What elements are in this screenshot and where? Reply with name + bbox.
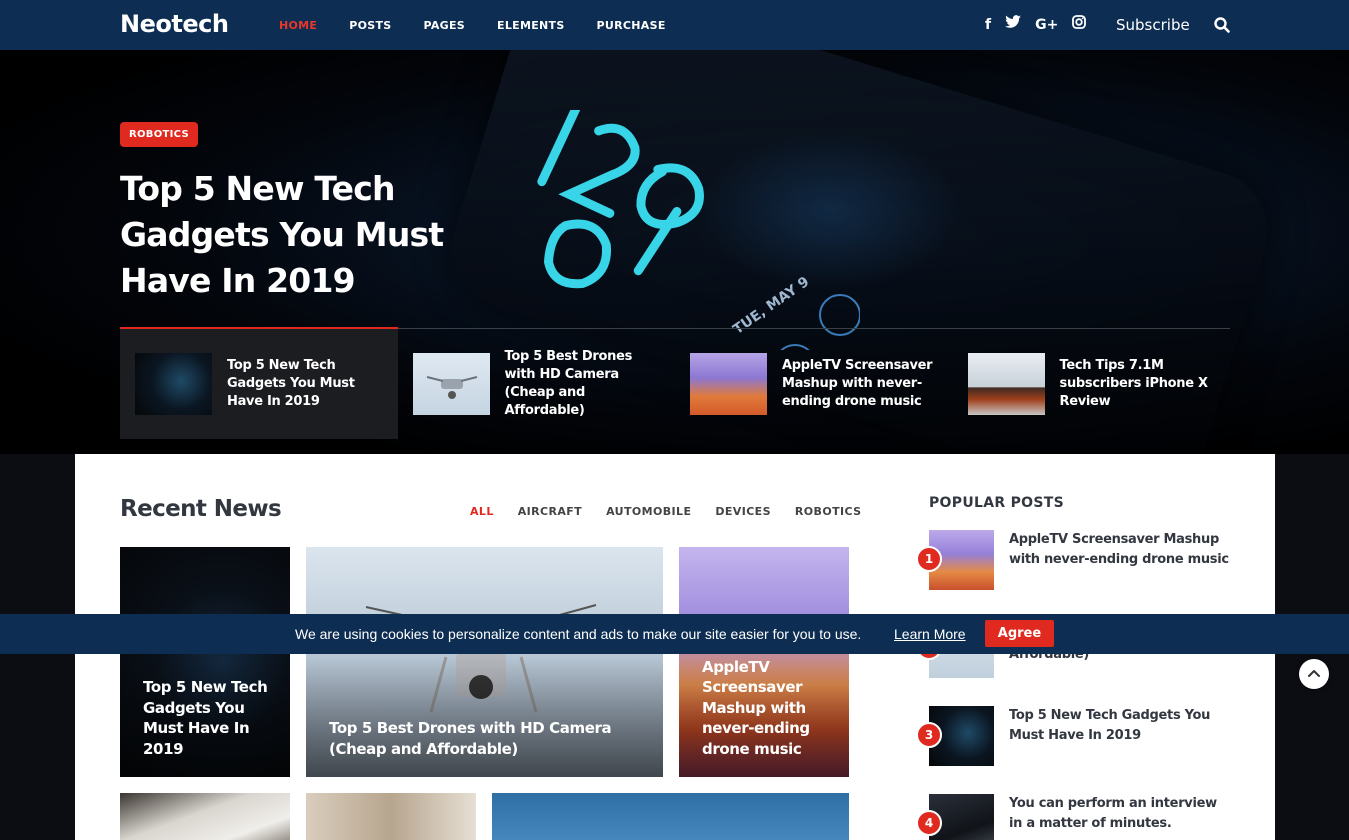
strip-item[interactable]: Top 5 Best Drones with HD Camera (Cheap …: [398, 329, 676, 439]
hero-category-badge[interactable]: ROBOTICS: [120, 122, 198, 147]
strip-item-title: AppleTV Screensaver Mashup with never-en…: [782, 358, 933, 409]
news-card-title: AppleTV Screensaver Mashup with never-en…: [702, 657, 810, 758]
news-card[interactable]: Top 5 New Tech Gadgets You Must Have In …: [120, 547, 290, 777]
popular-post-rank: 4: [916, 810, 942, 836]
filter-all[interactable]: ALL: [470, 505, 494, 518]
menu-home[interactable]: HOME: [279, 19, 317, 32]
news-card[interactable]: [306, 793, 476, 840]
news-card-title: Top 5 New Tech Gadgets You Must Have In …: [143, 678, 268, 758]
news-card[interactable]: Top 5 Best Drones with HD Camera (Cheap …: [306, 547, 663, 777]
popular-post-title: You can perform an interview in a matter…: [1009, 796, 1217, 831]
menu-pages[interactable]: PAGES: [423, 19, 465, 32]
popular-post[interactable]: 4 You can perform an interview in a matt…: [916, 794, 1249, 840]
site-logo[interactable]: Neotech: [120, 10, 229, 38]
hero-post-strip: Top 5 New Tech Gadgets You Must Have In …: [120, 329, 1230, 439]
filter-aircraft[interactable]: AIRCRAFT: [518, 505, 582, 518]
social-links: f G+: [985, 15, 1087, 35]
filter-automobile[interactable]: AUTOMOBILE: [606, 505, 691, 518]
filter-devices[interactable]: DEVICES: [715, 505, 771, 518]
news-card-title: Top 5 Best Drones with HD Camera (Cheap …: [329, 719, 612, 758]
learn-more-link[interactable]: Learn More: [894, 626, 966, 642]
strip-item-title: Top 5 Best Drones with HD Camera (Cheap …: [504, 349, 633, 418]
recent-news-heading: Recent News: [120, 496, 282, 522]
hero-watch-graphic: TUE, MAY 9: [537, 110, 860, 350]
facebook-icon[interactable]: f: [985, 15, 991, 35]
filter-robotics[interactable]: ROBOTICS: [795, 505, 862, 518]
strip-thumbnail: [412, 353, 490, 415]
popular-post-title: AppleTV Screensaver Mashup with never-en…: [1009, 532, 1229, 567]
strip-item-title: Top 5 New Tech Gadgets You Must Have In …: [227, 358, 355, 409]
search-icon[interactable]: [1214, 17, 1230, 33]
strip-item[interactable]: Tech Tips 7.1M subscribers iPhone X Revi…: [953, 329, 1231, 439]
menu-posts[interactable]: POSTS: [349, 19, 391, 32]
scroll-to-top-button[interactable]: [1299, 659, 1329, 689]
popular-post-rank: 1: [916, 546, 942, 572]
instagram-icon[interactable]: [1072, 15, 1087, 35]
agree-button[interactable]: Agree: [985, 620, 1054, 647]
menu-purchase[interactable]: PURCHASE: [597, 19, 666, 32]
twitter-icon[interactable]: [1005, 15, 1022, 35]
hero-banner[interactable]: TUE, MAY 9 ROBOTICS Top 5 New Tech Gadge…: [0, 50, 1349, 454]
subscribe-link[interactable]: Subscribe: [1116, 16, 1190, 34]
popular-post-rank: 3: [916, 722, 942, 748]
strip-thumbnail: [967, 353, 1045, 415]
chevron-up-icon: [1308, 670, 1320, 677]
cookie-message: We are using cookies to personalize cont…: [295, 626, 862, 642]
strip-thumbnail: [135, 353, 212, 415]
top-navbar: Neotech HOME POSTS PAGES ELEMENTS PURCHA…: [0, 0, 1349, 50]
popular-post[interactable]: 1 AppleTV Screensaver Mashup with never-…: [916, 530, 1249, 592]
strip-item[interactable]: Top 5 New Tech Gadgets You Must Have In …: [120, 329, 398, 439]
news-card[interactable]: [492, 793, 849, 840]
strip-item[interactable]: AppleTV Screensaver Mashup with never-en…: [675, 329, 953, 439]
strip-item-title: Tech Tips 7.1M subscribers iPhone X Revi…: [1059, 358, 1209, 409]
popular-post[interactable]: 3 Top 5 New Tech Gadgets You Must Have I…: [916, 706, 1249, 768]
strip-thumbnail: [690, 353, 767, 415]
main-menu: HOME POSTS PAGES ELEMENTS PURCHASE: [279, 0, 698, 50]
popular-post-title: Top 5 New Tech Gadgets You Must Have In …: [1009, 708, 1211, 743]
news-card[interactable]: [120, 793, 290, 840]
recent-news-filters: ALL AIRCRAFT AUTOMOBILE DEVICES ROBOTICS: [470, 505, 885, 518]
popular-posts-heading: POPULAR POSTS: [929, 495, 1064, 511]
menu-elements[interactable]: ELEMENTS: [497, 19, 565, 32]
hero-title[interactable]: Top 5 New Tech Gadgets You Must Have In …: [120, 166, 480, 304]
cookie-consent-bar: We are using cookies to personalize cont…: [0, 614, 1349, 654]
google-plus-icon[interactable]: G+: [1035, 15, 1058, 35]
news-card[interactable]: AppleTV Screensaver Mashup with never-en…: [679, 547, 849, 777]
